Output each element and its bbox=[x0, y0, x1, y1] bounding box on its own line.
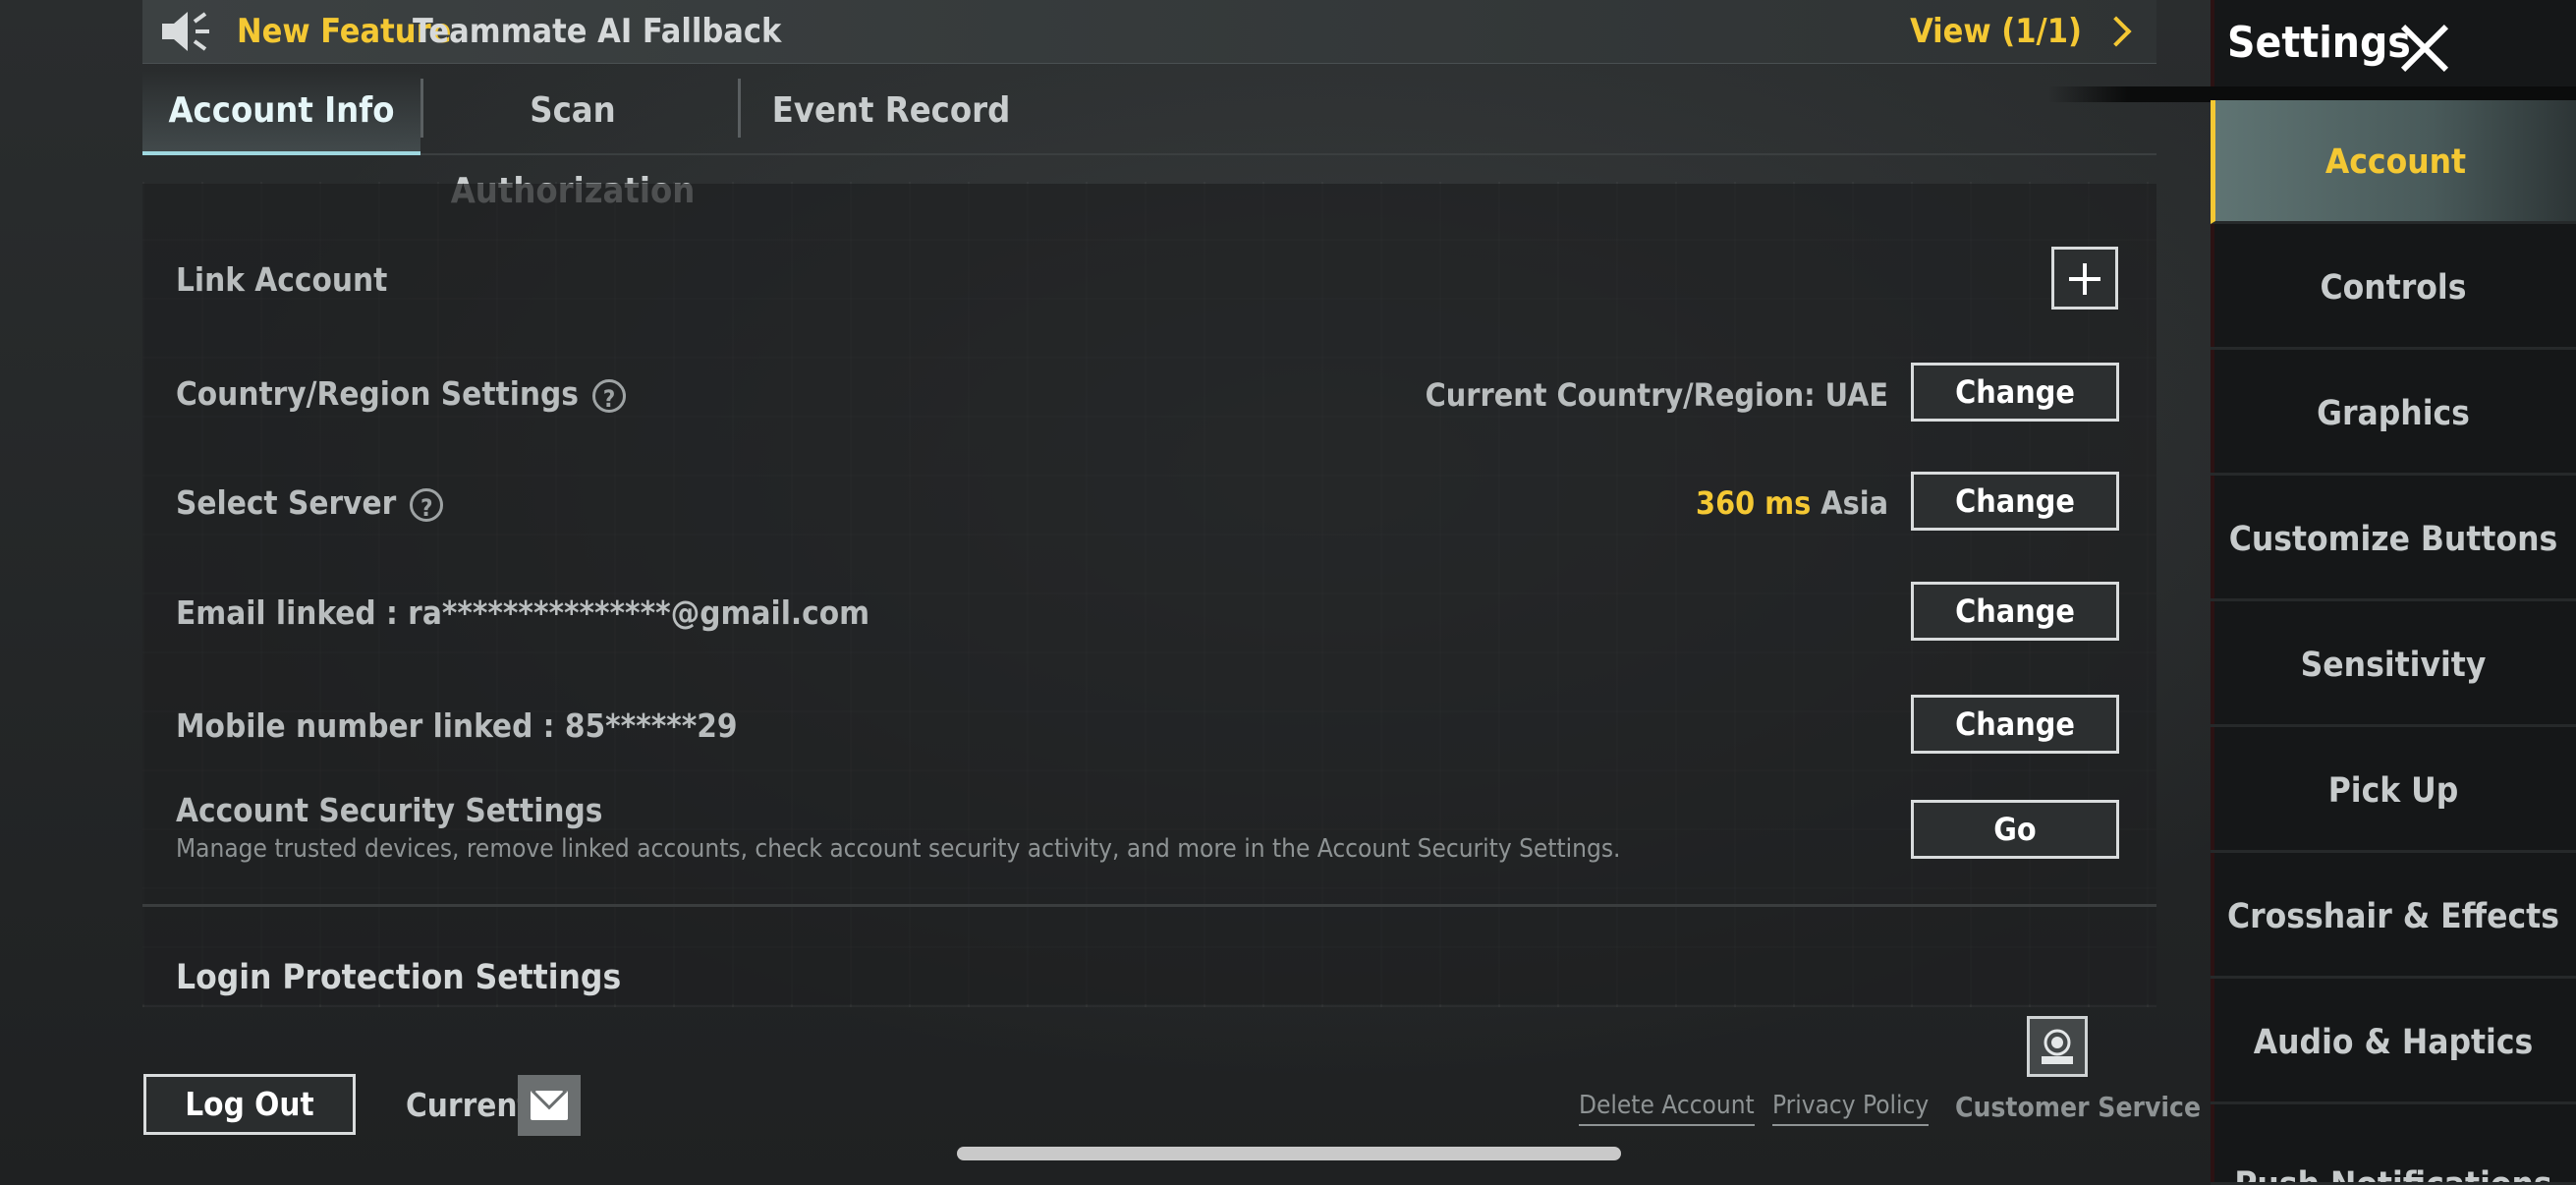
view-announcement-link[interactable]: View (1/1) bbox=[1910, 8, 2132, 55]
change-region-button[interactable]: Change bbox=[1911, 363, 2119, 422]
sidebar-item-push-notifications[interactable]: Push Notifications bbox=[2211, 1106, 2576, 1185]
headset-icon bbox=[2042, 1029, 2073, 1064]
envelope-icon bbox=[531, 1091, 568, 1120]
chevron-right-icon bbox=[2100, 16, 2132, 47]
current-region-value: Current Country/Region: UAE bbox=[1425, 376, 1888, 414]
server-region: Asia bbox=[1820, 484, 1888, 522]
account-security-description: Manage trusted devices, remove linked ac… bbox=[176, 834, 1621, 864]
view-label: View (1/1) bbox=[1910, 12, 2082, 51]
change-mobile-button[interactable]: Change bbox=[1911, 695, 2119, 754]
delete-account-link[interactable]: Delete Account bbox=[1579, 1091, 1755, 1126]
tab-divider bbox=[420, 79, 423, 138]
sidebar-item-pick-up[interactable]: Pick Up bbox=[2211, 729, 2576, 853]
account-info-panel: Link Account Country/Region Settings? Cu… bbox=[142, 184, 2156, 1004]
mail-icon[interactable] bbox=[518, 1075, 581, 1136]
tab-event-record[interactable]: Event Record bbox=[744, 71, 1038, 151]
help-icon[interactable]: ? bbox=[591, 378, 626, 413]
home-indicator[interactable] bbox=[957, 1147, 1621, 1160]
link-account-label: Link Account bbox=[176, 260, 388, 299]
customer-service-icon[interactable] bbox=[2027, 1016, 2088, 1077]
tab-divider bbox=[738, 79, 741, 138]
sidebar-item-audio-haptics[interactable]: Audio & Haptics bbox=[2211, 981, 2576, 1104]
sidebar-item-graphics[interactable]: Graphics bbox=[2211, 352, 2576, 476]
account-security-label: Account Security Settings bbox=[176, 791, 603, 829]
login-protection-heading[interactable]: Login Protection Settings bbox=[176, 958, 621, 997]
customer-service-label[interactable]: Customer Service bbox=[1955, 1091, 2201, 1123]
link-account-add-button[interactable] bbox=[2051, 247, 2118, 310]
sidebar-item-account[interactable]: Account bbox=[2211, 100, 2576, 224]
current-label: Current bbox=[406, 1086, 532, 1124]
change-email-button[interactable]: Change bbox=[1911, 582, 2119, 641]
select-server-label: Select Server bbox=[176, 483, 397, 522]
section-divider bbox=[142, 904, 2156, 907]
account-tabs: Account Info Scan Authorization Event Re… bbox=[142, 71, 2156, 211]
sidebar-item-crosshair-effects[interactable]: Crosshair & Effects bbox=[2211, 855, 2576, 979]
server-latency: 360 ms bbox=[1696, 484, 1812, 522]
server-info: 360 ms Asia bbox=[1696, 484, 1888, 522]
region-settings-label: Country/Region Settings bbox=[176, 374, 579, 413]
announcement-banner[interactable]: New Feature Teammate AI Fallback View (1… bbox=[142, 0, 2156, 64]
select-server-row: Select Server? bbox=[176, 483, 444, 522]
sidebar-item-customize-buttons[interactable]: Customize Buttons bbox=[2211, 478, 2576, 601]
email-linked-label: Email linked : ra***************@gmail.c… bbox=[176, 593, 870, 632]
sidebar-item-controls[interactable]: Controls bbox=[2211, 226, 2576, 350]
sidebar-item-sensitivity[interactable]: Sensitivity bbox=[2211, 603, 2576, 727]
log-out-button[interactable]: Log Out bbox=[143, 1074, 356, 1135]
settings-title: Settings bbox=[2227, 18, 2411, 68]
region-settings-row: Country/Region Settings? bbox=[176, 374, 626, 413]
speaker-icon bbox=[162, 12, 209, 51]
tab-scan-authorization[interactable]: Scan Authorization bbox=[425, 71, 720, 211]
tab-account-info[interactable]: Account Info bbox=[142, 71, 420, 155]
change-server-button[interactable]: Change bbox=[1911, 472, 2119, 531]
close-icon[interactable] bbox=[2398, 24, 2447, 73]
help-icon[interactable]: ? bbox=[410, 487, 444, 522]
mobile-linked-label: Mobile number linked : 85******29 bbox=[176, 706, 738, 745]
privacy-policy-link[interactable]: Privacy Policy bbox=[1772, 1091, 1930, 1126]
account-security-go-button[interactable]: Go bbox=[1911, 800, 2119, 859]
feature-name: Teammate AI Fallback bbox=[413, 12, 782, 51]
